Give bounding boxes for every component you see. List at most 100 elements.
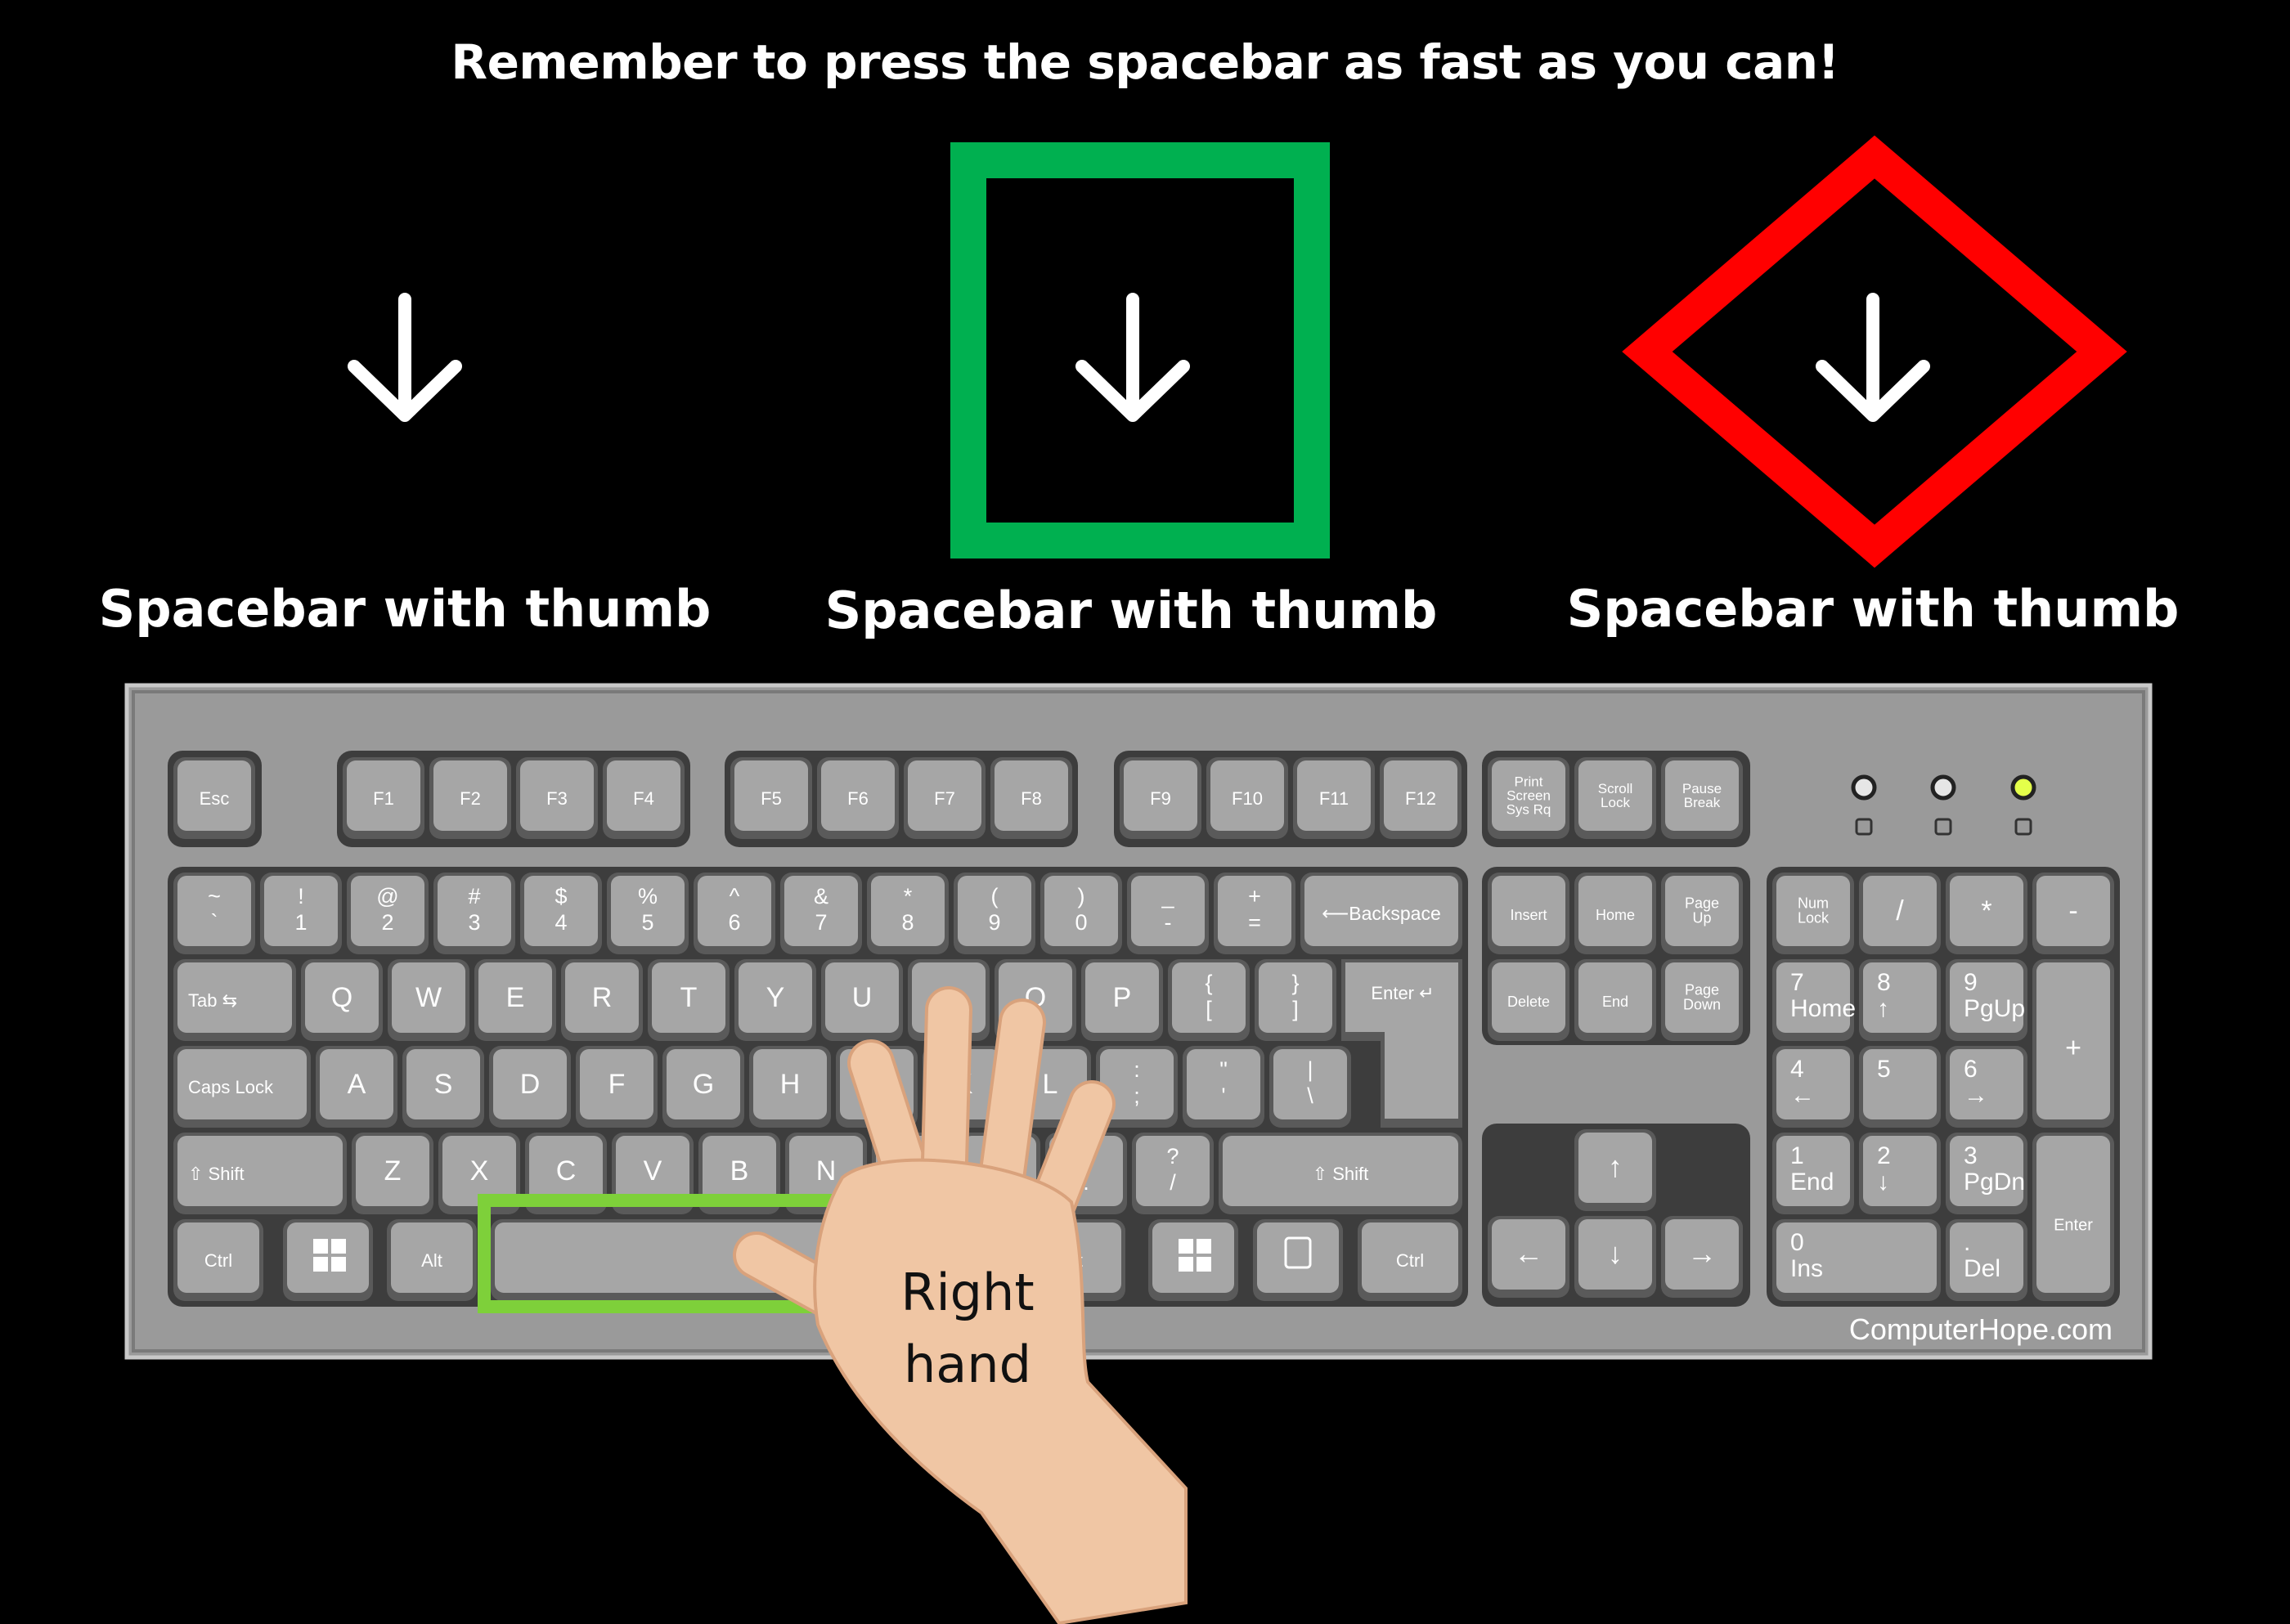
key-legend: P bbox=[1113, 982, 1132, 1013]
key-numpad: 5 bbox=[1859, 1046, 1941, 1128]
key-legend: F8 bbox=[1021, 788, 1042, 809]
keyboard-illustration: Esc F1 F2 F3 F4 F5 F6 F7 F8 F9 F10 F11 F12PrintScree… bbox=[124, 683, 2153, 1360]
key-legend-top: % bbox=[638, 884, 658, 908]
windows-logo-icon bbox=[1179, 1257, 1193, 1272]
key-legend-top: 3 bbox=[1964, 1142, 1978, 1169]
key-legend: Q bbox=[331, 982, 352, 1013]
key-legend-bottom: ↑ bbox=[1877, 995, 1889, 1022]
key-legend: F bbox=[608, 1069, 626, 1100]
key-legend: A bbox=[348, 1069, 366, 1100]
key-arrow-left: ← bbox=[1488, 1216, 1569, 1298]
key-numpad-slash: / bbox=[1859, 873, 1941, 954]
key-legend: - bbox=[2068, 895, 2077, 926]
key-system-2: PauseBreak bbox=[1661, 757, 1743, 839]
key-legend-bottom: 9 bbox=[988, 910, 1000, 935]
key-left-windows bbox=[283, 1219, 373, 1301]
key-legend-bottom: ' bbox=[1221, 1083, 1225, 1108]
key-legend-top: ? bbox=[1166, 1144, 1179, 1169]
key-number-row: += bbox=[1214, 873, 1295, 954]
key-legend: N bbox=[816, 1155, 837, 1187]
key-bracket: }] bbox=[1255, 959, 1336, 1041]
key-f11: F11 bbox=[1293, 757, 1375, 839]
key-legend: F11 bbox=[1319, 788, 1349, 809]
key-legend: V bbox=[644, 1155, 662, 1187]
key-legend: Delete bbox=[1507, 994, 1550, 1010]
key-legend: Ctrl bbox=[204, 1250, 232, 1271]
key-legend: → bbox=[1687, 1236, 1717, 1270]
key-menu bbox=[1253, 1219, 1343, 1301]
key-legend: ← bbox=[1514, 1236, 1543, 1270]
key-legend-bottom: 7 bbox=[815, 910, 827, 935]
key-legend: Home bbox=[1596, 907, 1635, 923]
key-legend: E bbox=[506, 982, 525, 1013]
key-number-row: %5 bbox=[607, 873, 689, 954]
key-legend-bottom: 2 bbox=[381, 910, 393, 935]
key-legend: Z bbox=[384, 1155, 402, 1187]
key-legend: Page bbox=[1685, 895, 1719, 912]
key-legend: ⇧ Shift bbox=[1313, 1164, 1369, 1184]
key-legend-top: 0 bbox=[1790, 1229, 1804, 1256]
key-f9: F9 bbox=[1120, 757, 1201, 839]
key-legend-bottom: 3 bbox=[468, 910, 480, 935]
key-number-row: *8 bbox=[867, 873, 949, 954]
key-legend: / bbox=[1896, 895, 1904, 926]
key-number-row: !1 bbox=[260, 873, 342, 954]
key-left-shift: ⇧ Shift bbox=[173, 1133, 347, 1214]
key-legend: H bbox=[780, 1069, 801, 1100]
key-r: R bbox=[561, 959, 643, 1041]
cue-label-plain: Spacebar with thumb bbox=[98, 579, 712, 639]
key-system-1: ScrollLock bbox=[1574, 757, 1656, 839]
key-legend: Break bbox=[1684, 795, 1721, 810]
key-legend-bottom: 0 bbox=[1075, 910, 1087, 935]
key-numpad-dot: .Del bbox=[1946, 1219, 2027, 1301]
key-legend-bottom: ; bbox=[1134, 1083, 1140, 1108]
key-f3: F3 bbox=[516, 757, 598, 839]
key-w: W bbox=[388, 959, 469, 1041]
key-num-lock: NumLock bbox=[1772, 873, 1854, 954]
key-legend-bottom: 6 bbox=[728, 910, 740, 935]
key-f1: F1 bbox=[343, 757, 424, 839]
key-f4: F4 bbox=[603, 757, 685, 839]
key-numpad: 4← bbox=[1772, 1046, 1854, 1128]
key-numpad-minus: - bbox=[2032, 873, 2114, 954]
key-legend: Caps Lock bbox=[188, 1077, 274, 1097]
hand-label-line1: Right bbox=[900, 1263, 1034, 1322]
key-legend: F5 bbox=[761, 788, 782, 809]
key-legend-top: 4 bbox=[1790, 1056, 1804, 1083]
key-legend: ↓ bbox=[1608, 1236, 1623, 1270]
key-numpad: 9PgUp bbox=[1946, 959, 2027, 1041]
key-numpad-enter: Enter bbox=[2032, 1133, 2114, 1301]
key-esc: Esc bbox=[173, 757, 255, 839]
key-legend-bottom: Del bbox=[1964, 1255, 2000, 1282]
key-numpad-star: * bbox=[1946, 873, 2027, 954]
key-legend-top: @ bbox=[376, 884, 398, 908]
key-a: A bbox=[316, 1046, 397, 1128]
key-d: D bbox=[489, 1046, 571, 1128]
key-legend: D bbox=[520, 1069, 541, 1100]
key-left-alt: Alt bbox=[387, 1219, 477, 1301]
key-numpad-plus: + bbox=[2032, 959, 2114, 1128]
indicator-light bbox=[2010, 774, 2036, 801]
key-legend: R bbox=[592, 982, 613, 1013]
cue-label-diamond: Spacebar with thumb bbox=[1566, 579, 2180, 639]
key-arrow-right: → bbox=[1661, 1216, 1743, 1298]
key-numpad: 6→ bbox=[1946, 1046, 2027, 1128]
key-arrow-up: ↑ bbox=[1574, 1129, 1656, 1211]
key-arrow-down: ↓ bbox=[1574, 1216, 1656, 1298]
key-legend: F9 bbox=[1150, 788, 1171, 809]
key-left-ctrl: Ctrl bbox=[173, 1219, 263, 1301]
key-punct: |\ bbox=[1269, 1046, 1351, 1128]
windows-logo-icon bbox=[1179, 1239, 1193, 1254]
key-legend: + bbox=[2065, 1032, 2081, 1063]
indicator-light bbox=[1930, 774, 1956, 801]
key-legend: F10 bbox=[1232, 788, 1263, 809]
key-f7: F7 bbox=[904, 757, 986, 839]
key-legend-bottom: - bbox=[1165, 910, 1172, 935]
key-right-shift: ⇧ Shift bbox=[1219, 1133, 1462, 1214]
key-nav: End bbox=[1574, 959, 1656, 1041]
key-legend-top: 5 bbox=[1877, 1056, 1891, 1083]
key-nav: PageUp bbox=[1661, 873, 1743, 954]
key-legend-bottom: End bbox=[1790, 1169, 1834, 1196]
key-caps-lock: Caps Lock bbox=[173, 1046, 311, 1128]
key-legend-bottom: 5 bbox=[641, 910, 653, 935]
